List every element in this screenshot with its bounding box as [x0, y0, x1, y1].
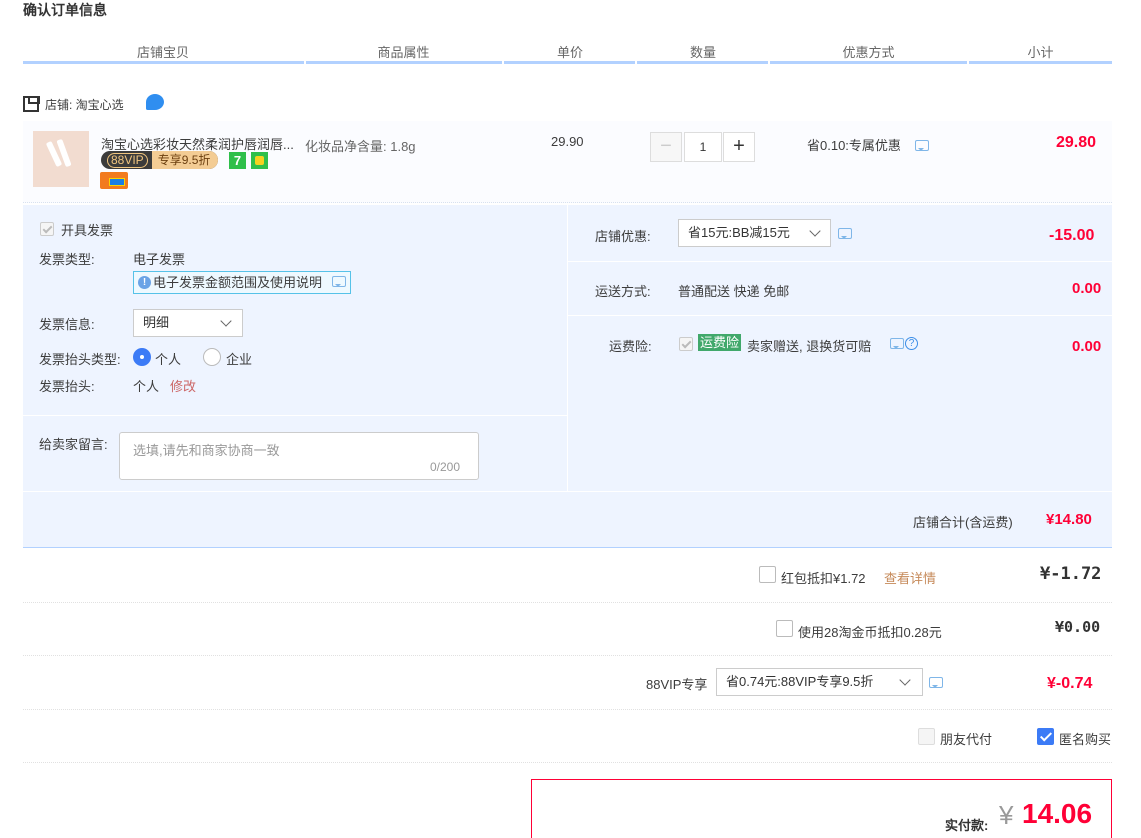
radio-personal-label: 个人	[155, 352, 182, 367]
invoice-title-label: 发票抬头:	[39, 379, 95, 394]
coins-amount: ¥0.00	[1055, 618, 1101, 636]
quantity-input[interactable]: 1	[684, 132, 722, 162]
pay-amount: 14.06	[1022, 798, 1093, 829]
wangwang-chat-icon[interactable]	[146, 94, 164, 110]
col-header-attr: 商品属性	[377, 45, 430, 60]
message-placeholder: 选填,请先和商家协商一致	[133, 443, 280, 458]
info-icon: !	[138, 276, 151, 289]
coins-label: 使用28淘金币抵扣0.28元	[798, 625, 942, 640]
insurance-amount: 0.00	[1072, 338, 1102, 355]
header-divider	[969, 61, 1112, 64]
item-promo: 省0.10:专属优惠	[807, 138, 901, 153]
invoice-info-value: 明细	[143, 315, 170, 330]
insurance-desc: 卖家赠送, 退换货可赔	[747, 339, 872, 354]
invoice-info-label: 发票信息:	[39, 317, 95, 332]
header-divider	[23, 61, 304, 64]
col-header-price: 单价	[556, 45, 583, 60]
pay-label: 实付款:	[945, 818, 989, 833]
unit-price: 29.90	[551, 134, 584, 149]
anonymous-label: 匿名购买	[1059, 732, 1112, 747]
product-thumbnail[interactable]	[33, 131, 89, 187]
col-header-qty: 数量	[689, 45, 716, 60]
seven-day-return-icon: 7	[229, 152, 246, 169]
header-divider	[306, 61, 502, 64]
shipping-value: 普通配送 快递 免邮	[678, 284, 790, 299]
vip-label: 88VIP专享	[646, 677, 708, 692]
shipping-label: 运送方式:	[595, 284, 651, 299]
invoice-checkbox[interactable]	[40, 222, 54, 236]
vip-discount-badge: 88VIP 专享9.5折	[101, 151, 219, 169]
vip-label: 88VIP	[107, 153, 148, 168]
page-title: 确认订单信息	[23, 2, 107, 18]
radio-company[interactable]	[203, 348, 221, 366]
red-packet-detail-link[interactable]: 查看详情	[884, 568, 936, 587]
red-packet-label: 红包抵扣¥1.72	[781, 571, 866, 586]
invoice-modify-link[interactable]: 修改	[170, 376, 196, 395]
chevron-down-icon	[220, 315, 232, 327]
vip-value: 省0.74元:88VIP专享9.5折	[726, 674, 874, 689]
shop-total-label: 店铺合计(含运费)	[913, 515, 1013, 530]
product-attribute: 化妆品净含量: 1.8g	[305, 139, 416, 154]
coins-checkbox[interactable]	[776, 620, 793, 637]
shop-discount-amount: -15.00	[1049, 227, 1095, 244]
insurance-tag: 运费险	[698, 334, 742, 351]
radio-company-label: 企业	[226, 352, 253, 367]
invoice-title-type-label: 发票抬头类型:	[39, 352, 121, 367]
vip-amount: ¥-0.74	[1047, 675, 1093, 692]
insurance-chat-icon[interactable]	[890, 338, 904, 349]
quantity-plus-button[interactable]: +	[723, 132, 755, 162]
promo-chat-icon[interactable]	[915, 140, 929, 151]
vip-select[interactable]: 省0.74元:88VIP专享9.5折	[716, 668, 923, 696]
shop-icon	[23, 96, 40, 112]
invoice-info-select[interactable]: 明细	[133, 309, 243, 337]
pay-currency: ¥	[999, 800, 1014, 830]
shop-discount-value: 省15元:BB减15元	[688, 225, 790, 240]
invoice-title-value: 个人	[133, 379, 160, 394]
red-packet-checkbox[interactable]	[759, 566, 776, 583]
invoice-type-value: 电子发票	[133, 252, 186, 267]
friend-pay-checkbox[interactable]	[918, 728, 935, 745]
message-label: 给卖家留言:	[39, 437, 108, 452]
divider	[23, 709, 1112, 710]
credit-card-icon	[100, 172, 128, 189]
col-header-promo: 优惠方式	[842, 45, 895, 60]
vip-chat-icon[interactable]	[929, 677, 943, 688]
shop-name[interactable]: 店铺: 淘宝心选	[23, 96, 124, 113]
shipping-amount: 0.00	[1072, 280, 1102, 297]
vip-discount: 专享9.5折	[151, 151, 219, 169]
chevron-down-icon	[899, 674, 911, 686]
invoice-type-label: 发票类型:	[39, 252, 95, 267]
message-textarea[interactable]: 选填,请先和商家协商一致 0/200	[119, 432, 479, 480]
insurance-label: 运费险:	[609, 339, 652, 354]
anonymous-checkbox[interactable]	[1037, 728, 1054, 745]
divider	[23, 762, 1112, 763]
shop-discount-label: 店铺优惠:	[595, 229, 651, 244]
message-counter: 0/200	[430, 460, 461, 474]
quantity-minus-button[interactable]: −	[650, 132, 682, 162]
invoice-open-label: 开具发票	[61, 223, 114, 238]
shop-label: 店铺: 淘宝心选	[45, 98, 124, 112]
col-header-subtotal: 小计	[1027, 45, 1054, 60]
header-divider	[770, 61, 967, 64]
header-divider	[637, 61, 768, 64]
divider	[23, 655, 1112, 656]
red-packet-amount: ¥-1.72	[1040, 564, 1102, 584]
discount-chat-icon[interactable]	[838, 228, 852, 239]
invoice-note-text: 电子发票金额范围及使用说明	[153, 275, 323, 290]
chevron-down-icon	[809, 225, 821, 237]
header-divider	[504, 61, 635, 64]
radio-personal[interactable]	[133, 348, 151, 366]
col-header-item: 店铺宝贝	[136, 45, 189, 60]
note-chat-icon	[332, 276, 346, 287]
insurance-checkbox[interactable]	[679, 337, 693, 351]
help-icon[interactable]: ?	[905, 337, 918, 350]
shop-discount-select[interactable]: 省15元:BB减15元	[678, 219, 831, 247]
item-subtotal: 29.80	[1056, 134, 1097, 151]
friend-pay-label: 朋友代付	[940, 732, 993, 747]
invoice-note-link[interactable]: 电子发票金额范围及使用说明	[133, 271, 351, 294]
payment-summary-box: 实付款: ¥ 14.06	[531, 779, 1112, 838]
divider	[23, 602, 1112, 603]
guarantee-icon	[251, 152, 268, 169]
shop-total-amount: ¥14.80	[1046, 511, 1092, 528]
